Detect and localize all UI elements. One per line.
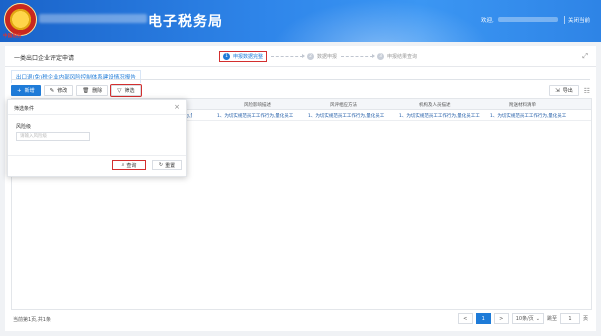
- welcome-text: 欢迎,: [481, 18, 494, 24]
- step-1[interactable]: 1 申报数据完整: [219, 50, 268, 62]
- step-label: 申报结果查询: [387, 53, 418, 60]
- pagination: 当前第1页,共1条 < 1 > 10条/页 ⌄ 跳至 1 页: [5, 312, 596, 326]
- chevron-down-icon: ⌄: [535, 315, 540, 322]
- filter-button[interactable]: ▽ 筛选: [110, 84, 142, 97]
- trash-icon: 🗑: [82, 87, 90, 94]
- blurred-region-name: [39, 14, 147, 23]
- goto-page-input[interactable]: 1: [559, 313, 580, 324]
- next-page-button[interactable]: >: [493, 313, 509, 324]
- tab-underline: [11, 79, 590, 80]
- expand-icon[interactable]: ⤢: [582, 52, 588, 61]
- step-number: 2: [307, 52, 315, 60]
- filter-button-label: 筛选: [124, 88, 135, 94]
- main-card: 一类出口企业评定申请 1 申报数据完整 2 数据申报 3 申报结果查询 ⤢ 出口…: [5, 46, 596, 331]
- column-header: 机构及人员描述: [419, 103, 451, 108]
- panel-footer-divider: [8, 155, 186, 156]
- delete-button-label: 删除: [92, 88, 103, 94]
- step-label: 申报数据完整: [233, 53, 264, 60]
- column-settings-icon[interactable]: ☷: [584, 87, 590, 95]
- refresh-icon: ↻: [158, 162, 164, 168]
- edit-button[interactable]: ✎ 修改: [43, 85, 74, 96]
- tax-emblem-icon: [4, 3, 37, 36]
- page-title: 一类出口企业评定申请: [14, 55, 75, 62]
- export-button-label: 导出: [562, 88, 573, 94]
- table-cell: 1、为切实规范员工工作行为,量化员工: [490, 114, 567, 119]
- step-2[interactable]: 2 数据申报: [307, 52, 338, 60]
- tab-risk-report[interactable]: 出口退(免)税企业内部风险控制体系建设情况报告: [11, 70, 141, 83]
- step-indicator: 1 申报数据完整 2 数据申报 3 申报结果查询: [219, 49, 417, 63]
- plus-icon: +: [17, 87, 22, 94]
- step-number: 3: [377, 52, 385, 60]
- page-size-select[interactable]: 10条/页 ⌄: [511, 313, 544, 324]
- top-header: 中国税务 电子税务局 欢迎, 关闭当前: [0, 0, 601, 42]
- add-button[interactable]: + 新增: [11, 85, 41, 96]
- step-label: 数据申报: [317, 53, 338, 60]
- reset-button[interactable]: ↻ 重置: [152, 160, 182, 170]
- step-arrow-icon: [271, 53, 306, 58]
- app-title: 电子税务局: [148, 14, 223, 30]
- header-separator: [564, 16, 565, 24]
- goto-label: 跳至: [546, 316, 557, 322]
- close-current-link[interactable]: 关闭当前: [568, 16, 590, 24]
- filter-panel-title: 筛选条件: [14, 106, 35, 112]
- funnel-icon: ▽: [117, 87, 122, 94]
- column-header: 附送材料清单: [509, 103, 536, 108]
- header-decoration: [271, 0, 491, 42]
- query-button[interactable]: ⌕ 查询: [112, 160, 146, 170]
- close-icon[interactable]: ×: [174, 103, 180, 111]
- step-3[interactable]: 3 申报结果查询: [377, 52, 418, 60]
- page-number-button[interactable]: 1: [475, 313, 491, 324]
- risk-level-label: 风险级: [16, 124, 32, 130]
- page-unit-label: 页: [582, 316, 588, 322]
- user-name-redacted: [498, 17, 558, 22]
- filter-panel: 筛选条件 × 风险级 请输入风险级 ⌕ 查询 ↻ 重置: [7, 99, 187, 177]
- edit-icon: ✎: [49, 87, 55, 94]
- pagination-controls: < 1 > 10条/页 ⌄ 跳至 1 页: [457, 313, 588, 324]
- prev-page-button[interactable]: <: [457, 313, 473, 324]
- step-number: 1: [223, 52, 230, 60]
- pagination-total: 当前第1页,共1条: [13, 317, 51, 323]
- export-icon: ⇲: [555, 87, 560, 94]
- step-arrow-icon: [341, 53, 376, 58]
- search-icon: ⌕: [121, 162, 125, 168]
- table-cell: 1、为切实规范员工工作行为,量化员工: [217, 114, 294, 119]
- toolbar: + 新增 ✎ 修改 🗑 删除 ▽ 筛选: [11, 84, 142, 97]
- title-divider: [5, 66, 596, 67]
- query-button-label: 查询: [126, 162, 137, 169]
- panel-divider: [8, 114, 186, 115]
- add-button-label: 新增: [24, 88, 35, 94]
- table-cell: 1、为切实规范员工工作行为,量化员工: [308, 114, 385, 119]
- column-header: 风评相应方法: [330, 103, 357, 108]
- reset-button-label: 重置: [165, 162, 176, 169]
- delete-button[interactable]: 🗑 删除: [76, 85, 109, 96]
- column-header: 风险影响描述: [244, 103, 271, 108]
- edit-button-label: 修改: [57, 88, 68, 94]
- risk-level-input[interactable]: 请输入风险级: [16, 132, 90, 141]
- export-button[interactable]: ⇲ 导出: [549, 85, 579, 96]
- page-size-value: 10条/页: [515, 316, 534, 322]
- toolbar-right: ⇲ 导出 ☷: [549, 85, 590, 96]
- emblem-caption: 中国税务: [3, 34, 22, 39]
- table-cell: 1、为切实规范员工工作行为,量化员工工: [399, 114, 480, 119]
